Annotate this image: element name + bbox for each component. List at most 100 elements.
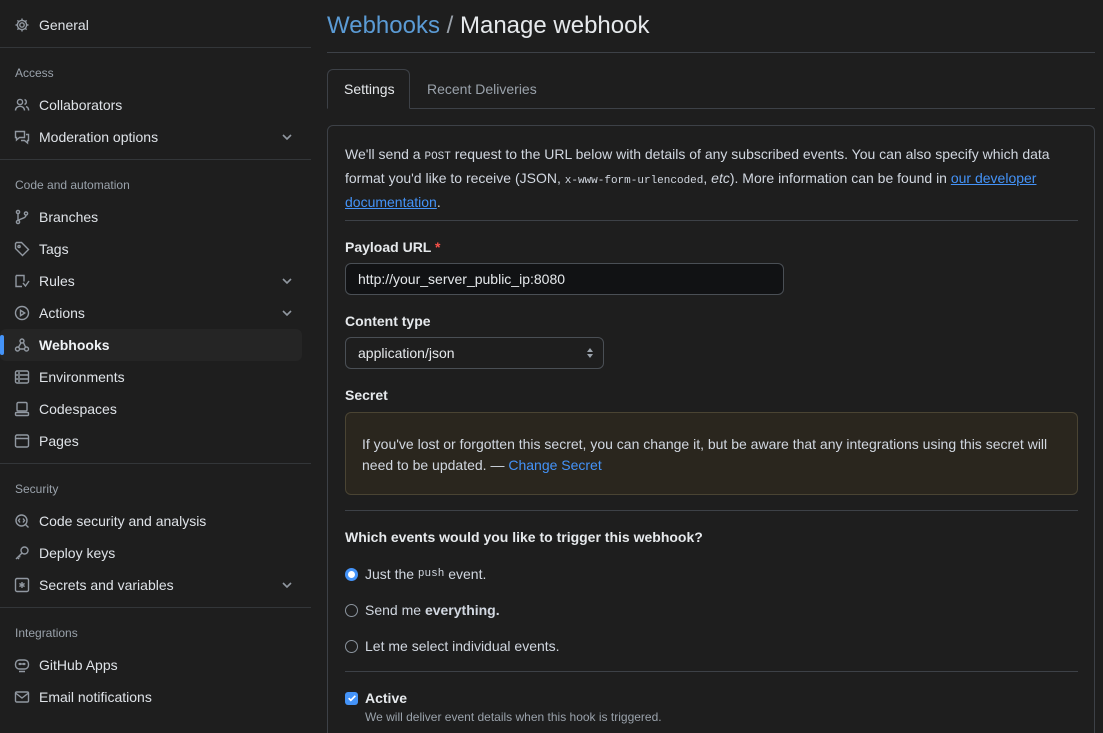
sidebar-item-label: Secrets and variables <box>39 577 174 593</box>
radio-everything[interactable] <box>345 603 358 617</box>
payload-url-label-text: Payload URL <box>345 239 432 255</box>
sidebar-item-code-security[interactable]: Code security and analysis <box>0 505 302 537</box>
settings-sidebar: General Access Collaborators Moderation … <box>0 0 311 733</box>
events-question: Which events would you like to trigger t… <box>345 529 703 545</box>
event-option-push[interactable]: Just the push event. <box>345 566 486 582</box>
chevron-down-icon[interactable] <box>280 274 294 288</box>
codescan-icon <box>14 513 30 529</box>
sidebar-item-moderation[interactable]: Moderation options <box>0 121 302 153</box>
page-title: Webhooks / Manage webhook <box>327 12 649 40</box>
payload-url-label: Payload URL * <box>345 239 1078 255</box>
event-option-everything[interactable]: Send me everything. <box>345 602 500 618</box>
sidebar-divider <box>0 463 311 464</box>
sidebar-item-email-notifications[interactable]: Email notifications <box>0 681 302 713</box>
sidebar-item-tags[interactable]: Tags <box>0 233 302 265</box>
sidebar-item-label: Code security and analysis <box>39 513 207 529</box>
sidebar-item-deploy-keys[interactable]: Deploy keys <box>0 537 302 569</box>
sidebar-item-label: General <box>39 17 89 33</box>
tabs-divider <box>327 108 1095 109</box>
event-option-individual[interactable]: Let me select individual events. <box>345 638 560 654</box>
active-note: We will deliver event details when this … <box>365 710 662 724</box>
section-divider <box>345 220 1078 221</box>
intro-segment: ). More information can be found in <box>729 170 951 186</box>
section-title-code-automation: Code and automation <box>15 178 130 192</box>
comment-discussion-icon <box>14 129 30 145</box>
sidebar-item-branches[interactable]: Branches <box>0 201 302 233</box>
chevron-down-icon[interactable] <box>280 306 294 320</box>
event-everything-text: Send me <box>365 602 425 618</box>
sidebar-item-collaborators[interactable]: Collaborators <box>0 89 302 121</box>
sidebar-divider <box>0 159 311 160</box>
radio-individual[interactable] <box>345 639 358 653</box>
tab-recent-deliveries[interactable]: Recent Deliveries <box>411 69 553 109</box>
active-checkbox[interactable] <box>345 691 358 705</box>
sidebar-item-label: Webhooks <box>39 337 110 353</box>
sidebar-divider <box>0 47 311 48</box>
active-label: Active <box>365 690 408 706</box>
mail-icon <box>14 689 30 705</box>
gear-icon <box>14 17 30 33</box>
sidebar-item-github-apps[interactable]: GitHub Apps <box>0 649 302 681</box>
page-title-text: Manage webhook <box>459 12 650 39</box>
sidebar-item-pages[interactable]: Pages <box>0 425 302 457</box>
sidebar-item-label: GitHub Apps <box>39 657 118 673</box>
sidebar-item-label: Environments <box>39 369 125 385</box>
key-asterisk-icon <box>14 577 30 593</box>
sidebar-item-label: Codespaces <box>39 401 117 417</box>
select-updown-icon <box>587 348 593 358</box>
chevron-down-icon[interactable] <box>280 130 294 144</box>
codespaces-icon <box>14 401 30 417</box>
event-push-text: event. <box>444 566 487 582</box>
title-divider <box>327 52 1095 53</box>
content-type-label: Content type <box>345 313 431 329</box>
sidebar-item-label: Collaborators <box>39 97 123 113</box>
git-branch-icon <box>14 209 30 225</box>
sidebar-item-label: Rules <box>39 273 75 289</box>
sidebar-item-label: Deploy keys <box>39 545 116 561</box>
push-code: push <box>417 568 445 580</box>
tab-settings[interactable]: Settings <box>327 69 410 109</box>
intro-segment: . <box>436 194 441 210</box>
section-divider <box>345 510 1078 511</box>
required-marker: * <box>435 239 441 255</box>
sidebar-item-actions[interactable]: Actions <box>0 297 302 329</box>
tag-icon <box>14 241 30 257</box>
sidebar-item-general[interactable]: General <box>0 9 302 41</box>
sidebar-item-codespaces[interactable]: Codespaces <box>0 393 302 425</box>
sidebar-item-label: Moderation options <box>39 129 159 145</box>
intro-text: We'll send a POST request to the URL bel… <box>345 144 1078 213</box>
hubot-icon <box>14 657 30 673</box>
intro-format-code: x-www-form-urlencoded <box>564 175 704 187</box>
intro-segment: , <box>703 170 712 186</box>
key-icon <box>14 545 30 561</box>
sidebar-divider <box>0 607 311 608</box>
intro-segment: We'll send a <box>345 146 425 162</box>
sidebar-item-label: Email notifications <box>39 689 152 705</box>
webhook-form-panel: We'll send a POST request to the URL bel… <box>327 125 1095 733</box>
chevron-down-icon[interactable] <box>280 578 294 592</box>
content-type-select[interactable]: application/json <box>345 337 604 369</box>
sidebar-item-webhooks[interactable]: Webhooks <box>0 329 302 361</box>
event-push-text: Just the <box>365 566 415 582</box>
intro-post-code: POST <box>424 151 451 163</box>
breadcrumb-separator: / <box>439 12 460 39</box>
sidebar-item-label: Branches <box>39 209 99 225</box>
secret-notice: If you've lost or forgotten this secret,… <box>345 412 1078 495</box>
payload-url-input[interactable] <box>345 263 784 295</box>
event-everything-bold: everything. <box>424 602 500 618</box>
breadcrumb-webhooks[interactable]: Webhooks <box>327 12 440 39</box>
play-icon <box>14 305 30 321</box>
browser-icon <box>14 433 30 449</box>
secret-notice-text: If you've lost or forgotten this secret,… <box>362 436 1048 473</box>
check-icon <box>347 695 356 702</box>
active-option[interactable]: Active <box>345 690 407 706</box>
server-icon <box>14 369 30 385</box>
sidebar-item-rules[interactable]: Rules <box>0 265 302 297</box>
sidebar-item-environments[interactable]: Environments <box>0 361 302 393</box>
change-secret-link[interactable]: Change Secret <box>508 457 601 473</box>
rules-icon <box>14 273 30 289</box>
event-individual-text: Let me select individual events. <box>365 638 560 654</box>
sidebar-item-label: Tags <box>39 241 69 257</box>
sidebar-item-secrets[interactable]: Secrets and variables <box>0 569 302 601</box>
radio-push[interactable] <box>345 567 358 581</box>
